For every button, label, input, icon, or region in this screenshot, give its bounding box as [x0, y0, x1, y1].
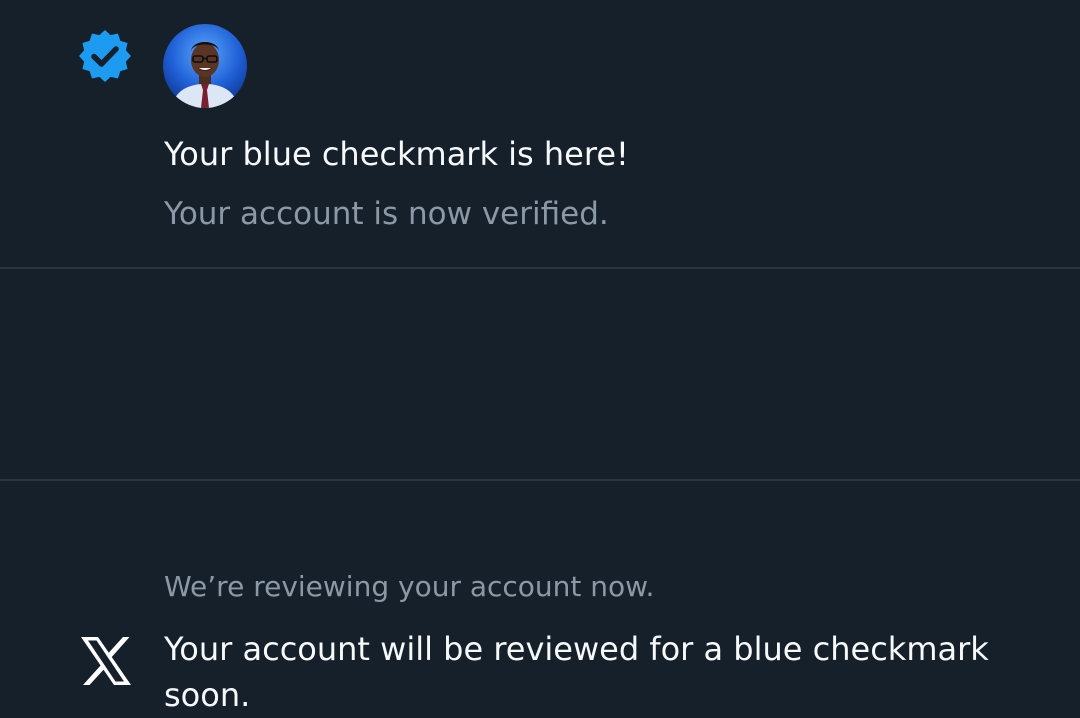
notification-review[interactable]: We’re reviewing your account now. Your a…: [0, 269, 1080, 714]
notification-verified[interactable]: Your blue checkmark is here! Your accoun…: [0, 0, 1080, 267]
notification-body: Your account will be reviewed for a blue…: [164, 630, 989, 714]
avatar[interactable]: [163, 24, 247, 108]
verified-badge-icon: [77, 28, 133, 84]
x-logo-icon: [78, 633, 134, 689]
notification-subtitle: Your account is now verified.: [164, 196, 609, 232]
divider: [0, 479, 1080, 481]
notification-caption: We’re reviewing your account now.: [164, 570, 655, 603]
notification-title: Your blue checkmark is here!: [164, 135, 629, 173]
